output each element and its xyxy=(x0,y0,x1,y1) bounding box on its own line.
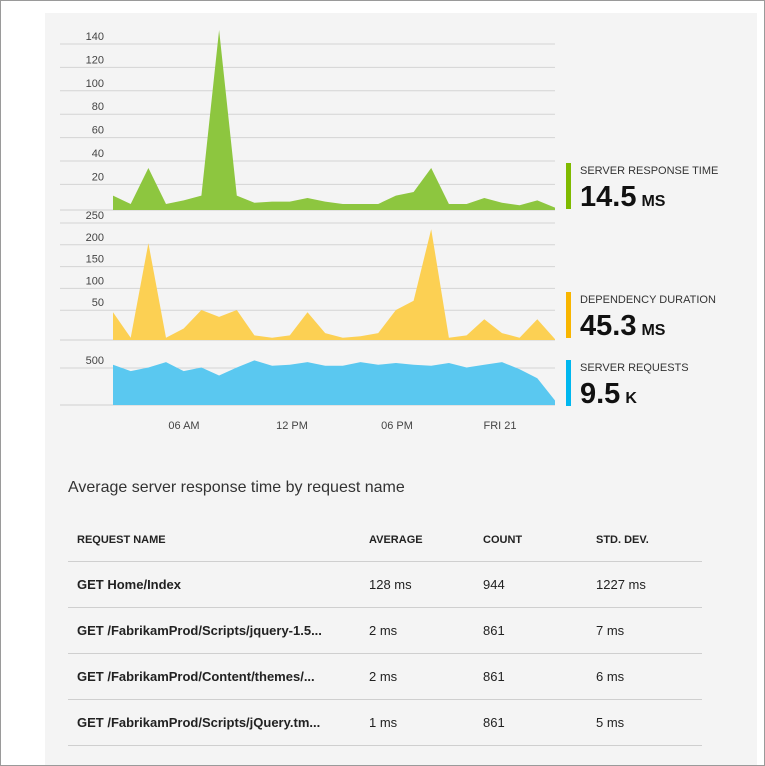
metric-color-bar xyxy=(566,360,571,406)
metric-color-bar xyxy=(566,163,571,209)
y-tick-label: 140 xyxy=(86,31,104,43)
std-dev-cell: 7 ms xyxy=(587,607,702,654)
average-cell: 128 ms xyxy=(360,561,474,608)
column-header-count[interactable]: COUNT xyxy=(474,518,587,562)
series-area-server-response-time[interactable] xyxy=(113,30,555,210)
y-tick-label: 250 xyxy=(86,210,104,222)
table-row[interactable]: GET /FabrikamProd/Content/themes/... 2 m… xyxy=(68,653,702,700)
x-tick-label: 12 PM xyxy=(276,420,308,432)
metric-value[interactable]: 45.3 xyxy=(580,310,636,342)
y-tick-label: 100 xyxy=(86,78,104,90)
request-table: REQUEST NAME AVERAGE COUNT STD. DEV. GET… xyxy=(68,518,702,746)
column-header-std-dev[interactable]: STD. DEV. xyxy=(587,518,702,562)
column-header-average[interactable]: AVERAGE xyxy=(360,518,474,562)
y-tick-label: 50 xyxy=(92,297,104,309)
count-cell: 861 xyxy=(474,699,587,746)
metric-title[interactable]: DEPENDENCY DURATION xyxy=(580,294,716,306)
y-tick-label: 150 xyxy=(86,254,104,266)
count-cell: 944 xyxy=(474,561,587,608)
y-tick-label: 100 xyxy=(86,275,104,287)
metric-title[interactable]: SERVER REQUESTS xyxy=(580,362,689,374)
table-row[interactable]: GET /FabrikamProd/Scripts/jQuery.tm... 1… xyxy=(68,699,702,746)
request-name-cell[interactable]: GET Home/Index xyxy=(68,561,360,608)
table-row[interactable]: GET Home/Index 128 ms 944 1227 ms xyxy=(68,561,702,608)
metric-charts[interactable]: 140 120 100 80 60 40 20 06 AM 12 PM 06 PM FRI 21 25… xyxy=(0,0,765,440)
table-header-row: REQUEST NAME AVERAGE COUNT STD. DEV. xyxy=(68,518,702,562)
metric-value[interactable]: 9.5 xyxy=(580,378,620,410)
std-dev-cell: 6 ms xyxy=(587,653,702,700)
request-name-cell[interactable]: GET /FabrikamProd/Scripts/jQuery.tm... xyxy=(68,699,360,746)
column-header-request-name[interactable]: REQUEST NAME xyxy=(68,518,360,562)
y-tick-label: 80 xyxy=(92,101,104,113)
request-name-cell[interactable]: GET /FabrikamProd/Scripts/jquery-1.5... xyxy=(68,607,360,654)
series-area-server-requests[interactable] xyxy=(113,360,555,405)
metric-unit: K xyxy=(625,390,637,407)
average-cell: 1 ms xyxy=(360,699,474,746)
table-title: Average server response time by request … xyxy=(68,479,405,496)
y-tick-label: 120 xyxy=(86,54,104,66)
metric-value[interactable]: 14.5 xyxy=(580,181,636,213)
y-tick-label: 500 xyxy=(86,355,104,367)
average-cell: 2 ms xyxy=(360,653,474,700)
std-dev-cell: 1227 ms xyxy=(587,561,702,608)
average-cell: 2 ms xyxy=(360,607,474,654)
x-tick-label: 06 PM xyxy=(381,420,413,432)
metric-title[interactable]: SERVER RESPONSE TIME xyxy=(580,165,718,177)
count-cell: 861 xyxy=(474,653,587,700)
series-area-dependency-duration[interactable] xyxy=(113,229,555,340)
count-cell: 861 xyxy=(474,607,587,654)
metric-unit: MS xyxy=(641,322,665,339)
table-row[interactable]: GET /FabrikamProd/Scripts/jquery-1.5... … xyxy=(68,607,702,654)
std-dev-cell: 5 ms xyxy=(587,699,702,746)
x-tick-label: 06 AM xyxy=(168,420,199,432)
x-tick-label: FRI 21 xyxy=(483,420,516,432)
y-tick-label: 200 xyxy=(86,232,104,244)
metric-color-bar xyxy=(566,292,571,338)
metric-unit: MS xyxy=(641,193,665,210)
y-tick-label: 40 xyxy=(92,148,104,160)
y-tick-label: 20 xyxy=(92,171,104,183)
y-tick-label: 60 xyxy=(92,125,104,137)
request-name-cell[interactable]: GET /FabrikamProd/Content/themes/... xyxy=(68,653,360,700)
